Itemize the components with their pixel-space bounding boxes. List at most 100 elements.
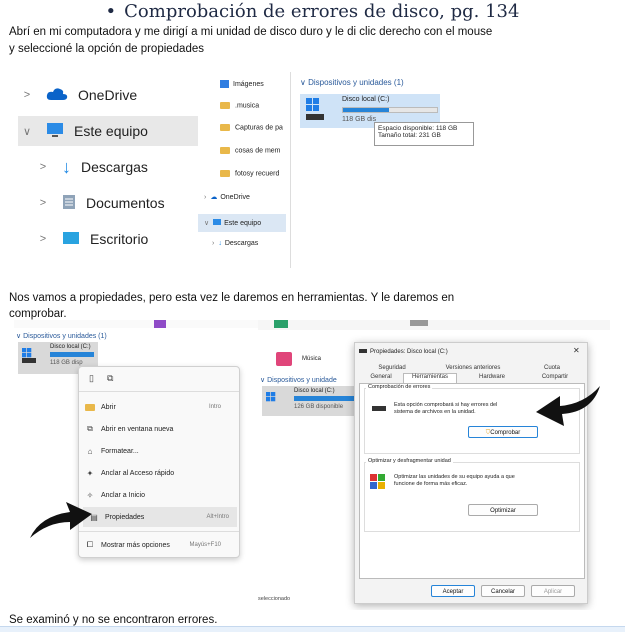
tab-seguridad[interactable]: Seguridad: [367, 365, 417, 371]
drive-free-short: 118 GB dis: [342, 116, 377, 123]
app-icon: [410, 320, 428, 326]
chevron-right-icon: >: [39, 197, 47, 209]
computer-icon: [213, 219, 222, 225]
divider: [290, 72, 291, 268]
top-strip: [14, 320, 264, 328]
chevron-down-icon: ∨: [300, 78, 309, 87]
drive-name: Disco local (C:): [50, 344, 91, 350]
drive-icon: [359, 349, 367, 353]
cancel-button[interactable]: Cancelar: [481, 585, 525, 597]
hard-drive-icon: [22, 358, 36, 363]
bg-drive-name: Disco local (C:): [294, 388, 335, 394]
divider: [79, 391, 239, 392]
tab-herramientas[interactable]: Herramientas: [403, 373, 457, 383]
menu-item-anclar-inicio[interactable]: ✧ Anclar a Inicio: [79, 485, 229, 505]
ok-button[interactable]: Aceptar: [431, 585, 475, 597]
nav-item-escritorio[interactable]: > Escritorio: [34, 224, 149, 254]
heading-title: Comprobación de errores de disco, pg. 13…: [124, 1, 520, 22]
context-menu-screenshot: ∨ Dispositivos y unidades (1) Disco loca…: [14, 320, 264, 600]
check-button[interactable]: ⛉Comprobar: [468, 426, 538, 438]
nav-small-capturas[interactable]: Capturas de pa: [220, 124, 283, 131]
nav-item-documentos[interactable]: > Documentos: [34, 188, 165, 218]
download-icon: ↓: [218, 240, 222, 247]
menu-item-mostrar-mas-opciones[interactable]: ⧠ Mostrar más opciones Mayús+F10: [79, 535, 229, 555]
explorer-nav-large: > OneDrive ∨ Este equipo > ↓ Descargas >…: [18, 72, 198, 272]
devices-section-header[interactable]: ∨ Dispositivos y unidades (1): [300, 78, 404, 87]
dialog-title: Propiedades: Disco local (C:): [359, 349, 448, 355]
nav-label-escritorio: Escritorio: [90, 231, 149, 247]
tab-cuota[interactable]: Cuota: [527, 365, 577, 371]
document-icon: [62, 194, 76, 213]
download-icon: ↓: [62, 156, 71, 177]
drive-free-short: 118 GB disp: [50, 360, 83, 366]
folder-icon: [220, 147, 230, 154]
nav-small-este-equipo[interactable]: ∨ Este equipo: [198, 214, 286, 232]
chevron-right-icon: >: [39, 161, 47, 173]
group2-title: Optimizar y desfragmentar unidad: [366, 458, 453, 464]
nav-label-onedrive: OneDrive: [78, 87, 138, 103]
pin-icon: ✦: [86, 468, 94, 478]
nav-small-fotos[interactable]: fotosy recuerd: [220, 170, 279, 177]
tab-compartir[interactable]: Compartir: [527, 374, 583, 380]
pointer-arrow-icon: [536, 386, 600, 426]
format-icon: ⌂: [87, 446, 93, 456]
drive-usage-fill: [343, 108, 390, 112]
nav-label-documentos: Documentos: [86, 195, 165, 211]
apply-button[interactable]: Aplicar: [531, 585, 575, 597]
close-button[interactable]: ✕: [573, 346, 580, 355]
menu-item-formatear[interactable]: ⌂ Formatear...: [79, 441, 229, 461]
properties-screenshot: Música ∨ Dispositivos y unidade Disco lo…: [258, 320, 610, 610]
folder-icon: [220, 124, 230, 131]
folder-icon: [220, 170, 230, 177]
bg-musica: Música: [302, 356, 322, 362]
devices-panel: ∨ Dispositivos y unidades (1) Disco loca…: [300, 78, 600, 168]
tab-general[interactable]: General: [359, 374, 403, 380]
paragraph-1-line-2: y seleccioné la opción de propiedades: [9, 43, 204, 55]
copy-icon[interactable]: ▯: [89, 373, 94, 384]
bg-usage-bar: [294, 396, 354, 401]
nav-small-cosas[interactable]: cosas de mem: [220, 147, 281, 154]
nav-small-descargas[interactable]: › ↓ Descargas: [212, 240, 258, 247]
folder-icon: [79, 403, 101, 412]
new-window-icon: ⧉: [87, 424, 93, 433]
paragraph-2-line-1: Nos vamos a propiedades, pero esta vez l…: [9, 292, 455, 304]
bg-status: seleccionado: [258, 596, 291, 602]
chevron-right-icon: >: [23, 89, 31, 101]
nav-small-musica[interactable]: .musica: [220, 102, 259, 109]
music-folder-icon: [276, 352, 292, 366]
defrag-icon: [370, 474, 386, 495]
tab-versiones-anteriores[interactable]: Versiones anteriores: [433, 365, 513, 371]
desktop-icon: [62, 231, 80, 248]
group1-text-2: sistema de archivos en la unidad.: [394, 409, 476, 415]
folder-icon: [220, 102, 230, 109]
group2-text-2: funcione de forma más eficaz.: [394, 481, 468, 487]
nav-item-este-equipo[interactable]: ∨ Este equipo: [18, 116, 198, 146]
drive-usage-bar: [50, 352, 94, 357]
nav-item-onedrive[interactable]: > OneDrive: [18, 80, 137, 110]
group2-text-1: Optimizar las unidades de su equipo ayud…: [394, 474, 515, 480]
rename-icon[interactable]: ⧉: [107, 373, 113, 384]
images-icon: [220, 80, 229, 88]
menu-item-abrir-ventana-nueva[interactable]: ⧉ Abrir en ventana nueva: [79, 419, 229, 439]
context-menu: ▯ ⧉ Abrir Intro ⧉ Abrir en ventana nueva ⌂…: [78, 366, 240, 558]
tab-hardware[interactable]: Hardware: [467, 374, 517, 380]
menu-item-abrir[interactable]: Abrir Intro: [79, 397, 229, 417]
chevron-down-icon: ∨: [22, 125, 32, 138]
menu-item-anclar-acceso-rapido[interactable]: ✦ Anclar al Acceso rápido: [79, 463, 229, 483]
nav-small-onedrive[interactable]: › ☁ OneDrive: [204, 193, 250, 201]
section-heading: • Comprobación de errores de disco, pg. 1…: [0, 0, 625, 24]
nav-item-descargas[interactable]: > ↓ Descargas: [34, 152, 148, 182]
drive-usage-bar: [342, 107, 438, 113]
page-bottom-band: [0, 626, 625, 632]
nav-label-este-equipo: Este equipo: [74, 123, 148, 139]
chevron-down-icon: ∨: [204, 220, 210, 227]
app-icon: [154, 320, 166, 328]
nav-small-imagenes[interactable]: Imágenes: [220, 80, 264, 88]
nav-label-descargas: Descargas: [81, 159, 148, 175]
menu-item-propiedades[interactable]: ▤ Propiedades Alt+Intro: [83, 507, 237, 527]
devices-section-header[interactable]: ∨ Dispositivos y unidades (1): [16, 332, 107, 340]
optimize-button[interactable]: Optimizar: [468, 504, 538, 516]
group-optimize: [364, 462, 580, 532]
divider: [79, 531, 239, 532]
explorer-nav-small: Imágenes .musica Capturas de pa cosas de…: [198, 72, 290, 268]
